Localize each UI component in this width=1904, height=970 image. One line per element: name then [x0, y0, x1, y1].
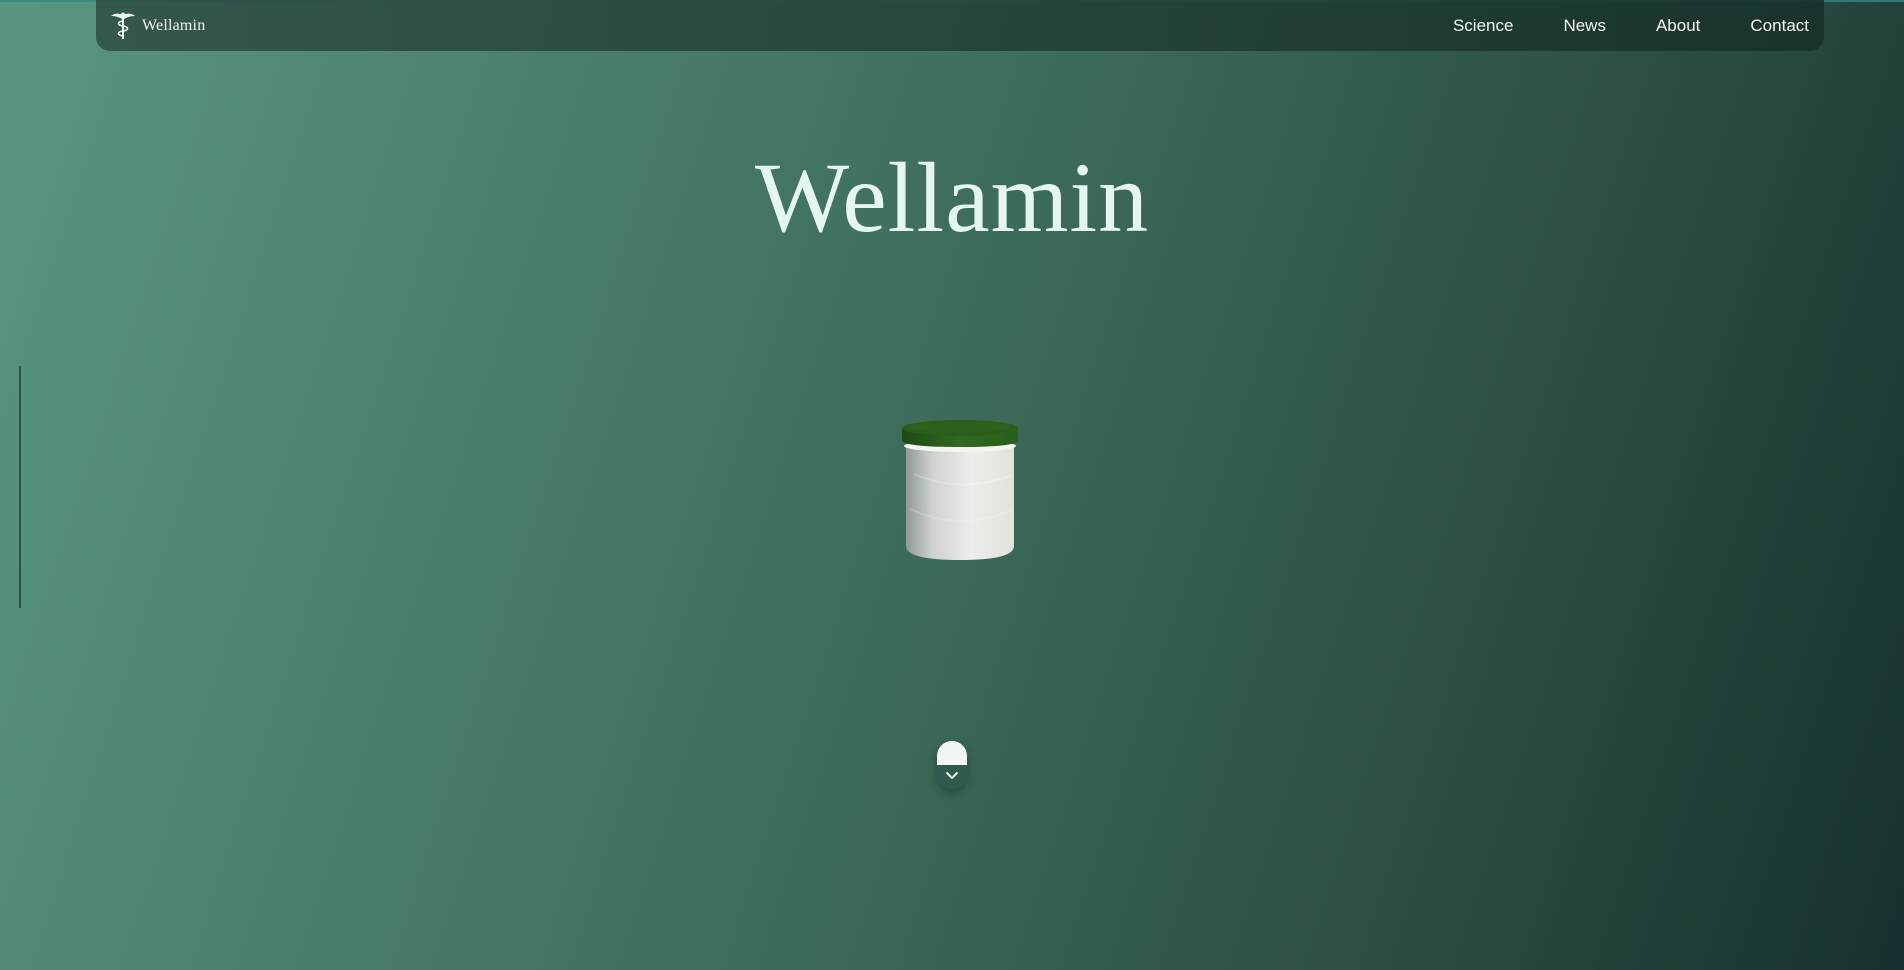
chevron-down-icon [946, 772, 958, 779]
nav-link-science[interactable]: Science [1453, 16, 1513, 36]
nav-link-news[interactable]: News [1563, 16, 1606, 36]
scroll-down-button[interactable] [937, 741, 967, 789]
navbar: Wellamin Science News About Contact [96, 0, 1824, 51]
main-nav: Science News About Contact [1453, 0, 1809, 51]
side-scroll-rail [19, 366, 21, 608]
caduceus-icon [111, 12, 135, 39]
scroll-button-top [937, 741, 967, 765]
nav-link-about[interactable]: About [1656, 16, 1700, 36]
nav-link-contact[interactable]: Contact [1750, 16, 1809, 36]
brand-logo[interactable]: Wellamin [110, 11, 205, 41]
hero-title: Wellamin [754, 142, 1150, 253]
brand-name: Wellamin [142, 17, 206, 34]
product-jar-image [902, 420, 1018, 560]
